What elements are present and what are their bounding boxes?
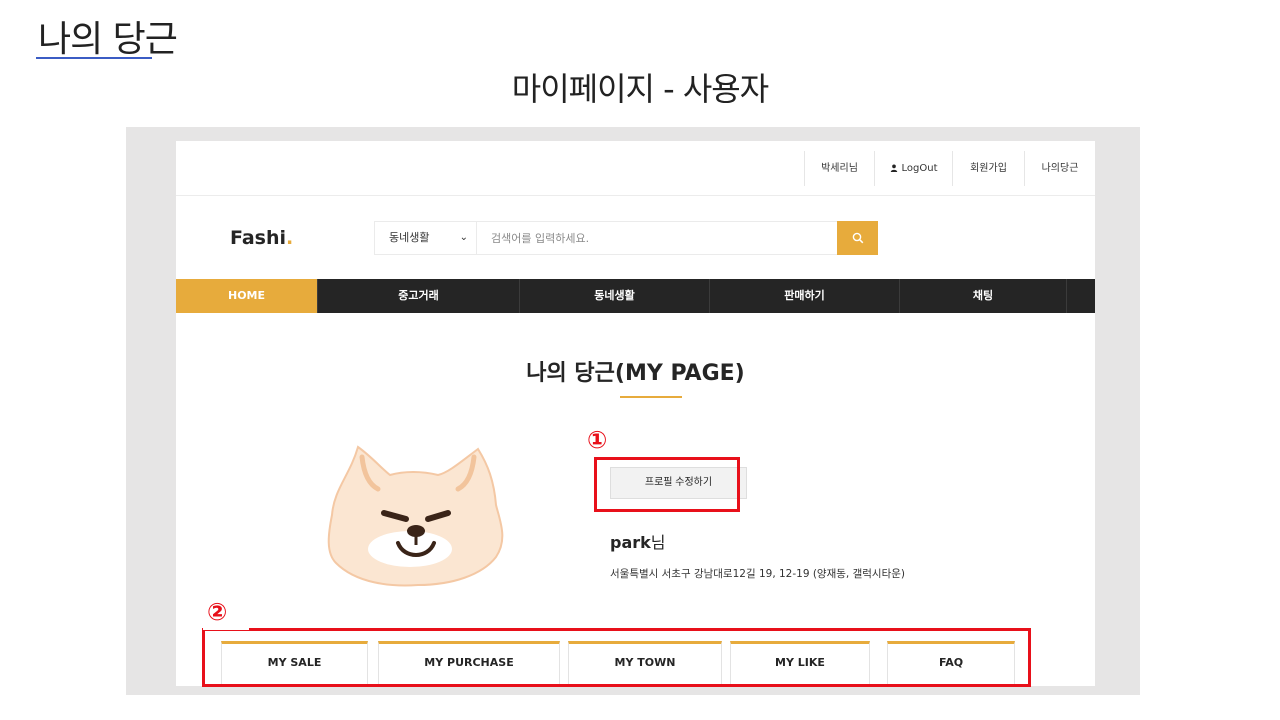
profile-username: park님 xyxy=(610,529,666,553)
username-suffix: 님 xyxy=(650,533,666,552)
nav-item-used-trade[interactable]: 중고거래 xyxy=(318,279,520,313)
logo-dot: . xyxy=(286,227,294,249)
category-selected-value: 동네생활 xyxy=(389,231,430,244)
annotation-marker-1: ① xyxy=(587,426,608,454)
chevron-down-icon: ⌄ xyxy=(459,232,468,243)
page-title: 나의 당근(MY PAGE) xyxy=(526,361,745,386)
topbar-user-name: 박세리님 xyxy=(804,151,874,186)
username-text: park xyxy=(610,533,651,552)
logo-text: Fashi xyxy=(230,227,287,249)
profile-avatar xyxy=(327,445,504,587)
nav-item-chat[interactable]: 채팅 xyxy=(900,279,1067,313)
mockup-page: 박세리님 LogOut 회원가입 나의당근 Fashi. 동네생활 ⌄ HOME… xyxy=(176,141,1095,686)
nav-item-neighborhood[interactable]: 동네생활 xyxy=(520,279,710,313)
nav-item-home[interactable]: HOME xyxy=(176,279,318,313)
search-icon xyxy=(852,232,863,244)
profile-address: 서울특별시 서초구 강남대로12길 19, 12-19 (양재동, 갤럭시타운) xyxy=(610,568,905,580)
top-utility-bar: 박세리님 LogOut 회원가입 나의당근 xyxy=(176,141,1095,196)
signup-link[interactable]: 회원가입 xyxy=(952,151,1024,186)
slide-title: 나의 당근 xyxy=(38,19,178,60)
slide-subtitle: 마이페이지 - 사용자 xyxy=(511,70,769,108)
search-input[interactable] xyxy=(477,222,837,254)
search-button[interactable] xyxy=(837,221,878,255)
category-select[interactable]: 동네생활 ⌄ xyxy=(375,222,477,254)
site-logo[interactable]: Fashi. xyxy=(230,227,293,249)
annotation-box-2 xyxy=(202,628,1031,687)
logout-link[interactable]: LogOut xyxy=(874,151,952,186)
slide-title-underline xyxy=(36,57,152,59)
nav-item-sell[interactable]: 판매하기 xyxy=(710,279,900,313)
annotation-marker-2: ② xyxy=(207,598,228,626)
mypage-link[interactable]: 나의당근 xyxy=(1024,151,1095,186)
logout-label: LogOut xyxy=(901,163,938,174)
annotation-box-2-gap xyxy=(203,628,249,630)
page-title-underline xyxy=(620,396,682,398)
search-bar: 동네생활 ⌄ xyxy=(374,221,878,255)
annotation-box-1 xyxy=(594,457,740,512)
user-icon xyxy=(890,164,897,172)
main-nav: HOME 중고거래 동네생활 판매하기 채팅 xyxy=(176,279,1095,313)
